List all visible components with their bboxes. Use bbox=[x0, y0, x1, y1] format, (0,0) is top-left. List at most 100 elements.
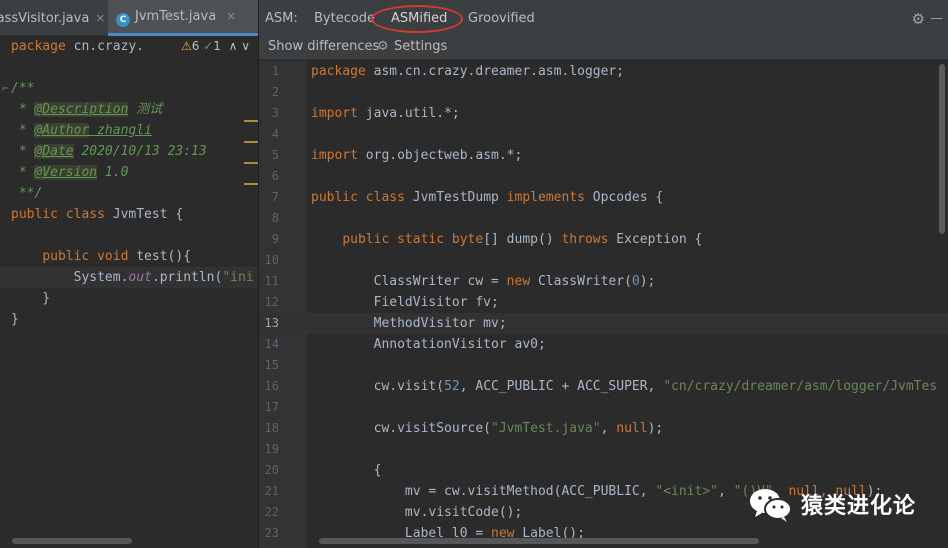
code-text: JvmTestDump bbox=[404, 190, 507, 205]
chevron-up-icon[interactable]: ∧ bbox=[229, 39, 238, 53]
editor-tab-bar: lassVisitor.java × C JvmTest.java × bbox=[0, 0, 258, 36]
asm-options-bar: Show differences ⚙ Settings bbox=[259, 36, 948, 60]
code-line: * @Date 2020/10/13 23:13 bbox=[0, 141, 258, 162]
keyword: public static byte bbox=[342, 232, 484, 247]
wechat-logo-icon bbox=[750, 489, 792, 522]
code-content: public static byte[] dump() throws Excep… bbox=[311, 229, 702, 250]
code-text: ClassWriter cw = bbox=[311, 274, 507, 289]
warning-stripe-mark[interactable] bbox=[244, 141, 258, 143]
code-content: MethodVisitor mv; bbox=[311, 313, 507, 334]
close-icon[interactable]: × bbox=[95, 11, 105, 25]
code-line: ⌐/** bbox=[0, 78, 258, 99]
tab-jvmtest-java[interactable]: C JvmTest.java × bbox=[108, 0, 258, 36]
code-text: FieldVisitor fv; bbox=[311, 295, 499, 310]
code-line: 6 bbox=[259, 166, 948, 187]
code-text: JvmTest { bbox=[104, 207, 184, 222]
code-content: cw.visitSource("JvmTest.java", null); bbox=[311, 418, 664, 439]
code-text: cn.crazy. bbox=[65, 39, 145, 54]
code-content: public class JvmTestDump implements Opco… bbox=[311, 187, 663, 208]
code-content: import org.objectweb.asm.*; bbox=[311, 145, 522, 166]
line-number: 1 bbox=[271, 64, 279, 78]
tab-label: lassVisitor.java bbox=[0, 11, 90, 26]
watermark-text: 猿类进化论 bbox=[801, 494, 917, 519]
comment-text: zhangli bbox=[89, 123, 152, 138]
line-number: 9 bbox=[271, 232, 279, 246]
line-number: 22 bbox=[264, 505, 279, 519]
ok-count: 1 bbox=[213, 39, 221, 53]
code-line: 12 FieldVisitor fv; bbox=[259, 292, 948, 313]
javadoc-tag: @Date bbox=[34, 144, 74, 159]
code-text: , bbox=[718, 484, 734, 499]
line-number: 20 bbox=[264, 463, 279, 477]
comment-text: * bbox=[11, 144, 35, 159]
code-text: mv = cw.visitMethod(ACC_PUBLIC, bbox=[311, 484, 656, 499]
show-differences-button[interactable]: Show differences bbox=[268, 36, 379, 58]
line-number: 19 bbox=[264, 442, 279, 456]
fold-icon[interactable]: ⌐ bbox=[2, 78, 9, 99]
vertical-scrollbar[interactable] bbox=[939, 64, 945, 234]
warning-stripe-mark[interactable] bbox=[244, 120, 258, 122]
code-line: 7 public class JvmTestDump implements Opc… bbox=[259, 187, 948, 208]
javadoc-tag: @Author bbox=[34, 123, 90, 138]
warning-icon: ⚠ bbox=[181, 39, 192, 53]
code-line: 16 cw.visit(52, ACC_PUBLIC + ACC_SUPER, … bbox=[259, 376, 948, 397]
line-number: 5 bbox=[271, 148, 279, 162]
line-number: 12 bbox=[264, 295, 279, 309]
check-icon: ✓ bbox=[203, 39, 214, 53]
inspection-widget[interactable]: ⚠6 ✓1 ∧ ∨ bbox=[181, 36, 258, 57]
code-content: cw.visit(52, ACC_PUBLIC + ACC_SUPER, "cn… bbox=[311, 376, 938, 397]
warning-stripe-mark[interactable] bbox=[244, 183, 258, 185]
code-line: 11 ClassWriter cw = new ClassWriter(0); bbox=[259, 271, 948, 292]
watermark: 猿类进化论 bbox=[748, 486, 948, 526]
code-line: 15 bbox=[259, 355, 948, 376]
comment-text: 1.0 bbox=[97, 165, 129, 180]
code-line: 10 bbox=[259, 250, 948, 271]
tab-groovified[interactable]: Groovified bbox=[468, 0, 535, 38]
static-field: out bbox=[128, 270, 152, 285]
line-number: 2 bbox=[271, 85, 279, 99]
horizontal-scrollbar[interactable] bbox=[12, 538, 132, 544]
asm-tab-bar: ASM: Bytecode ASMified Groovified ⚙ — bbox=[259, 0, 948, 36]
code-text: .println( bbox=[151, 270, 223, 285]
keyword: package bbox=[311, 64, 366, 79]
code-text: cw.visit( bbox=[311, 379, 445, 394]
line-number: 3 bbox=[271, 106, 279, 120]
code-line: 17 bbox=[259, 397, 948, 418]
code-text: Opcodes { bbox=[584, 190, 664, 205]
code-text: AnnotationVisitor av0; bbox=[311, 337, 546, 352]
comment-text: **/ bbox=[11, 186, 43, 201]
comment-text: 测试 bbox=[128, 102, 163, 117]
code-line: } bbox=[0, 288, 258, 309]
settings-button[interactable]: Settings bbox=[394, 36, 447, 58]
line-number: 17 bbox=[264, 400, 279, 414]
code-line: 18 cw.visitSource("JvmTest.java", null); bbox=[259, 418, 948, 439]
code-text: mv.visitCode(); bbox=[311, 505, 523, 520]
class-c-icon: C bbox=[116, 13, 130, 27]
keyword: throws bbox=[561, 232, 609, 247]
code-text: ); bbox=[647, 421, 664, 436]
javadoc-tag: @Version bbox=[34, 165, 98, 180]
code-text: System. bbox=[11, 270, 129, 285]
code-line: 5 import org.objectweb.asm.*; bbox=[259, 145, 948, 166]
chevron-down-icon[interactable]: ∨ bbox=[241, 39, 250, 53]
code-line: 8 bbox=[259, 208, 948, 229]
code-text: } bbox=[11, 312, 19, 327]
code-text: } bbox=[11, 291, 51, 306]
minimize-icon[interactable]: — bbox=[930, 0, 943, 38]
warning-stripe-mark[interactable] bbox=[244, 162, 258, 164]
number-literal: 0 bbox=[631, 274, 640, 289]
code-line: 2 bbox=[259, 82, 948, 103]
asm-label: ASM: bbox=[265, 11, 298, 26]
line-number: 14 bbox=[264, 337, 279, 351]
keyword: implements bbox=[506, 190, 585, 205]
comment-text: /** bbox=[11, 81, 35, 96]
code-text: [] dump() bbox=[483, 232, 562, 247]
gear-icon[interactable]: ⚙ bbox=[912, 0, 925, 38]
horizontal-scrollbar[interactable] bbox=[319, 538, 759, 544]
keyword: package bbox=[11, 39, 66, 54]
tab-classvisitor-java[interactable]: lassVisitor.java × bbox=[0, 0, 105, 36]
tab-bytecode[interactable]: Bytecode bbox=[314, 0, 375, 38]
close-icon[interactable]: × bbox=[226, 9, 236, 23]
keyword: import bbox=[311, 106, 358, 121]
